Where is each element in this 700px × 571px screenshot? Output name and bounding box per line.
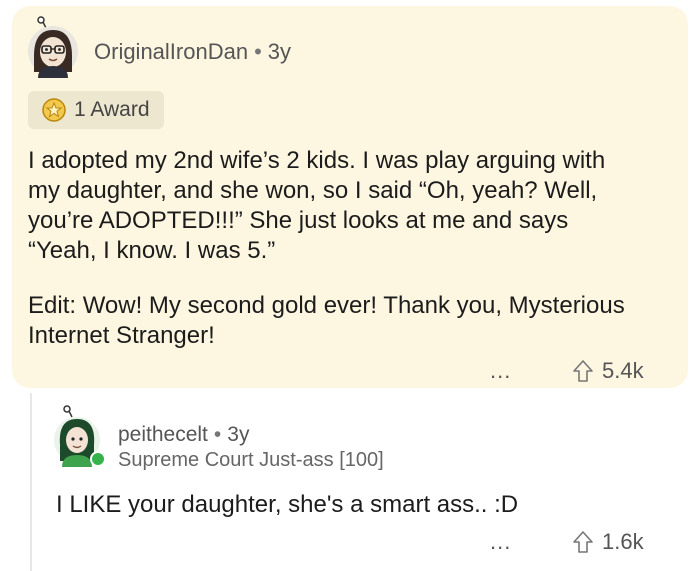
- comment-card: OriginalIronDan • 3y 1 Award I adopted my …: [12, 6, 688, 388]
- upvote-button[interactable]: 5.4k: [572, 358, 644, 384]
- separator-dot: •: [254, 39, 262, 64]
- more-options-icon: ...: [490, 529, 512, 554]
- user-flair: Supreme Court Just-ass [100]: [118, 449, 384, 471]
- more-options-icon: ...: [490, 358, 512, 383]
- reply-comment: peithecelt • 3y Supreme Court Just-ass [10…: [30, 393, 690, 571]
- vote-count: 5.4k: [602, 358, 644, 383]
- avatar[interactable]: [22, 16, 84, 78]
- comment-body-paragraph-1: I adopted my 2nd wife’s 2 kids. I was pl…: [28, 146, 678, 266]
- user-avatar-icon: [28, 16, 78, 78]
- comment-line: my daughter, and she won, so I said “Oh,…: [28, 177, 598, 204]
- comment-line: I adopted my 2nd wife’s 2 kids. I was pl…: [28, 147, 606, 174]
- upvote-button[interactable]: 1.6k: [572, 529, 644, 555]
- comment-line: Edit: Wow! My second gold ever! Thank yo…: [28, 292, 625, 319]
- reply-meta: peithecelt • 3y: [118, 423, 249, 447]
- award-label: 1 Award: [74, 98, 150, 121]
- reply-body: I LIKE your daughter, she's a smart ass.…: [56, 491, 519, 518]
- comment-meta: OriginalIronDan • 3y: [94, 39, 291, 65]
- comment-line: “Yeah, I know. I was 5.”: [28, 237, 276, 264]
- vote-count: 1.6k: [602, 529, 644, 554]
- comment-age: 3y: [227, 423, 250, 446]
- more-options-button[interactable]: ...: [490, 358, 511, 384]
- more-options-button[interactable]: ...: [490, 529, 511, 555]
- online-status-icon: [90, 451, 106, 467]
- separator-dot: •: [213, 423, 222, 446]
- comment-body-paragraph-2: Edit: Wow! My second gold ever! Thank yo…: [28, 291, 678, 351]
- comment-line: you’re ADOPTED!!!” She just looks at me …: [28, 207, 569, 234]
- username-link[interactable]: OriginalIronDan: [94, 39, 248, 64]
- upvote-arrow-icon: [573, 531, 593, 553]
- comment-age: 3y: [267, 39, 292, 64]
- award-chip[interactable]: 1 Award: [28, 91, 164, 129]
- comment-line: Internet Stranger!: [28, 322, 215, 349]
- award-star-icon: [42, 98, 66, 122]
- reply-avatar[interactable]: [52, 403, 106, 469]
- username-link[interactable]: peithecelt: [118, 423, 208, 446]
- upvote-arrow-icon: [573, 360, 593, 382]
